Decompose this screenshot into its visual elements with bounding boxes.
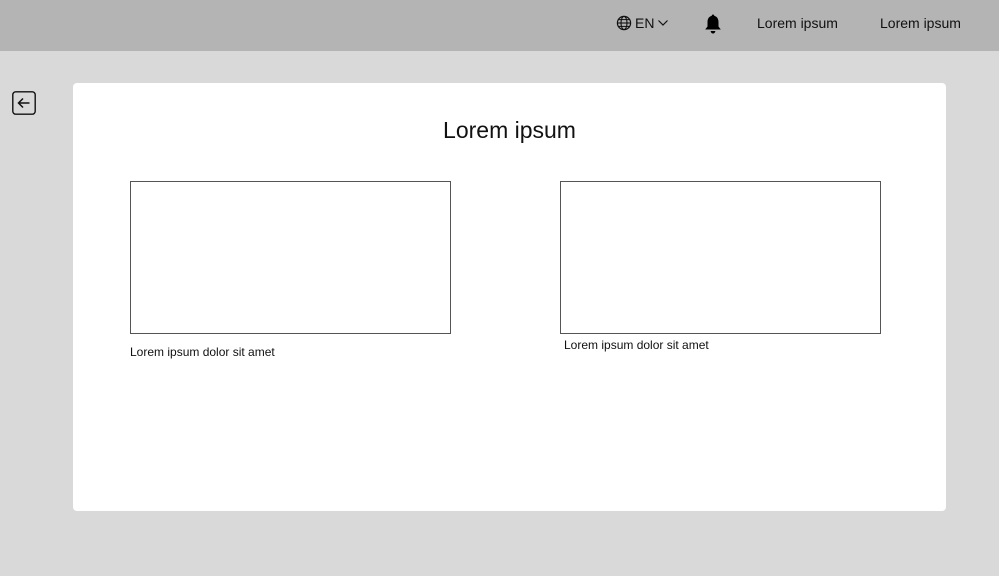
notifications-button[interactable] <box>703 13 723 35</box>
nav-link-1[interactable]: Lorem ipsum <box>757 15 838 31</box>
chevron-down-icon <box>658 20 669 26</box>
media-placeholder-1[interactable] <box>130 181 451 334</box>
media-caption-1: Lorem ipsum dolor sit amet <box>130 345 275 359</box>
back-button[interactable] <box>12 91 36 115</box>
arrow-left-icon <box>12 91 36 115</box>
nav-link-2[interactable]: Lorem ipsum <box>880 15 961 31</box>
media-placeholder-2[interactable] <box>560 181 881 334</box>
content-card: Lorem ipsum Lorem ipsum dolor sit amet L… <box>73 83 946 511</box>
language-selector[interactable]: EN <box>616 14 669 32</box>
top-navigation-bar: EN Lorem ipsum Lorem ipsum <box>0 0 999 51</box>
globe-icon <box>616 15 632 31</box>
page-title: Lorem ipsum <box>443 117 576 143</box>
media-caption-2: Lorem ipsum dolor sit amet <box>564 338 709 352</box>
language-label: EN <box>635 15 655 31</box>
bell-icon <box>705 14 721 34</box>
